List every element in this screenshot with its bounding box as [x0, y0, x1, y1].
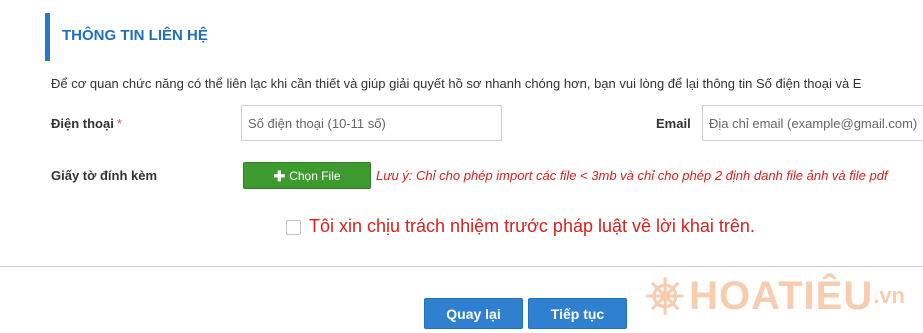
phone-label: Điện thoại *	[51, 116, 122, 131]
hoatieu-watermark: HOATIÊU .vn	[645, 266, 905, 326]
next-button[interactable]: Tiếp tục	[528, 298, 627, 329]
plus-icon: ✚	[273, 167, 286, 184]
contact-info-form: THÔNG TIN LIÊN HỆ Để cơ quan chức năng c…	[0, 0, 923, 333]
attachment-note: Lưu ý: Chỉ cho phép import các file < 3m…	[376, 168, 888, 183]
required-mark: *	[116, 116, 122, 131]
section-header: THÔNG TIN LIÊN HỆ	[45, 13, 923, 61]
email-input[interactable]	[702, 105, 923, 141]
commitment-text: Tôi xin chịu trách nhiệm trước pháp luật…	[309, 216, 755, 236]
attachment-label: Giấy tờ đính kèm	[51, 168, 158, 183]
phone-label-text: Điện thoại	[51, 116, 114, 131]
intro-text: Để cơ quan chức năng có thể liên lạc khi…	[51, 76, 862, 91]
watermark-suffix: .vn	[873, 283, 905, 308]
phone-input[interactable]	[241, 105, 502, 141]
email-label: Email	[656, 116, 691, 131]
section-title: THÔNG TIN LIÊN HỆ	[62, 27, 208, 44]
ship-wheel-icon	[646, 277, 684, 315]
choose-file-label: Chọn File	[289, 168, 341, 183]
commitment-checkbox[interactable]	[286, 220, 301, 235]
watermark-text: HOATIÊU	[689, 273, 874, 318]
back-button[interactable]: Quay lại	[424, 298, 523, 329]
choose-file-button[interactable]: ✚ Chọn File	[243, 162, 371, 189]
